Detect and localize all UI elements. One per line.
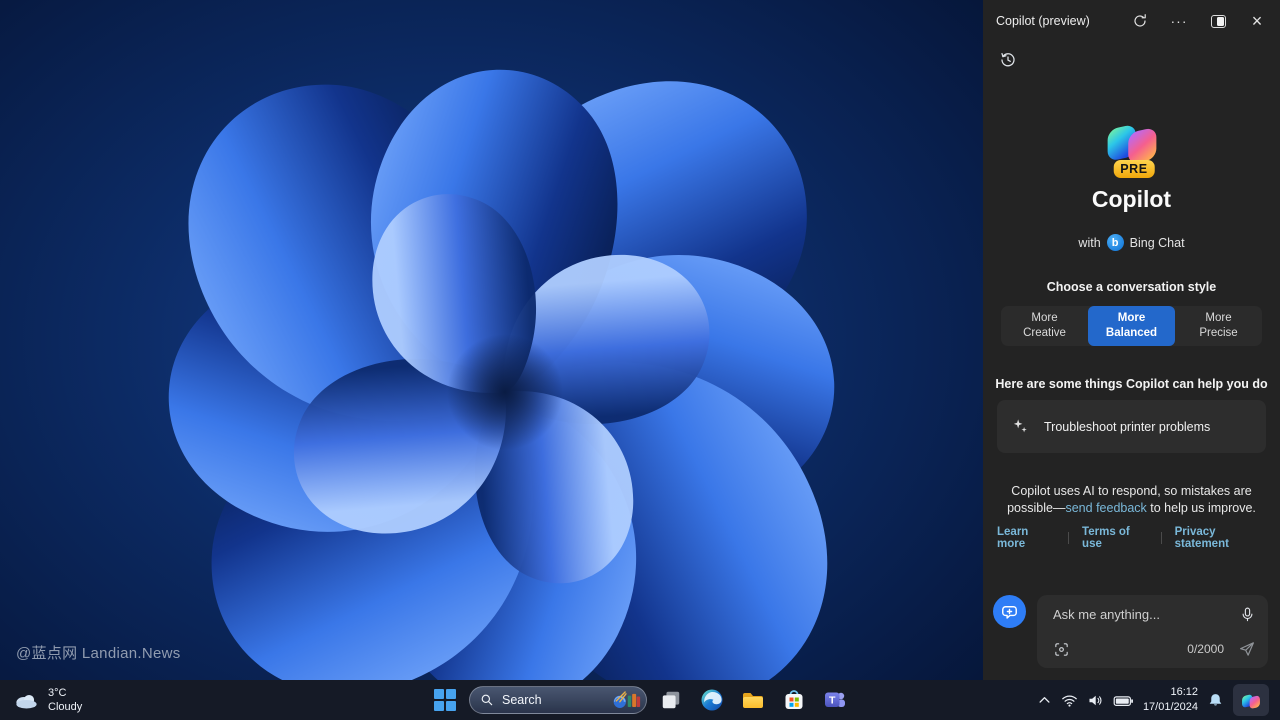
send-feedback-link[interactable]: send feedback — [1065, 501, 1146, 515]
taskbar-center: Search T — [428, 680, 852, 720]
style-tab-precise[interactable]: More Precise — [1175, 306, 1262, 346]
tray-chevron-button[interactable] — [1037, 693, 1052, 708]
divider — [1160, 531, 1162, 544]
input-area: 0/2000 — [983, 595, 1280, 680]
terms-of-use-link[interactable]: Terms of use — [1082, 526, 1148, 550]
dock-sidebar-button[interactable] — [1209, 12, 1227, 30]
copilot-taskbar-button[interactable] — [1233, 684, 1269, 716]
notification-bell-icon — [1209, 693, 1222, 706]
header-actions: ··· × — [1131, 12, 1266, 30]
chevron-up-icon — [1039, 696, 1050, 703]
search-highlight-icon — [613, 691, 641, 708]
conversation-style-tabs: More Creative More Balanced More Precise — [1001, 306, 1262, 346]
battery-button[interactable] — [1113, 692, 1134, 709]
task-view-icon — [662, 691, 680, 709]
copilot-header: Copilot (preview) ··· × — [983, 0, 1280, 42]
task-view-button[interactable] — [654, 683, 688, 717]
subtitle-suffix: Bing Chat — [1129, 235, 1185, 250]
file-explorer-icon — [743, 693, 763, 708]
footer-links: Learn more Terms of use Privacy statemen… — [997, 526, 1266, 550]
sparkle-icon — [1013, 419, 1027, 433]
weather-temperature: 3°C — [48, 686, 67, 699]
style-tab-creative[interactable]: More Creative — [1001, 306, 1088, 346]
refresh-button[interactable] — [1131, 12, 1149, 30]
weather-text: 3°C Cloudy — [48, 686, 82, 715]
wallpaper-bloom — [122, 25, 880, 680]
history-button[interactable] — [996, 48, 1020, 72]
dock-right-icon — [1210, 14, 1226, 28]
weather-condition: Cloudy — [48, 701, 83, 713]
suggestions-heading: Here are some things Copilot can help yo… — [995, 377, 1268, 391]
subtitle-prefix: with — [1078, 235, 1101, 250]
watermark: @蓝点网 Landian.News — [16, 645, 181, 662]
weather-widget[interactable]: 3°C Cloudy — [0, 686, 82, 715]
cloud-icon — [16, 694, 37, 709]
suggestion-card[interactable]: Troubleshoot printer problems — [997, 400, 1266, 453]
copilot-logo-wrap: PRE — [1101, 110, 1163, 178]
new-chat-icon — [1002, 606, 1017, 619]
windows-logo-icon — [434, 689, 456, 711]
chat-input-box[interactable]: 0/2000 — [1037, 595, 1268, 668]
search-icon — [481, 694, 493, 706]
copilot-title: Copilot — [1091, 186, 1172, 212]
microsoft-store-icon — [785, 690, 803, 709]
edge-icon — [701, 689, 723, 711]
privacy-statement-link[interactable]: Privacy statement — [1175, 526, 1266, 550]
screen: @蓝点网 Landian.News Copilot (preview) ··· — [0, 0, 1280, 720]
desktop-wallpaper: @蓝点网 Landian.News — [0, 0, 983, 680]
clock-widget[interactable]: 16:12 17/01/2024 — [1143, 685, 1198, 715]
ellipsis-icon: ··· — [1170, 13, 1188, 29]
close-button[interactable]: × — [1248, 12, 1266, 30]
style-tab-balanced[interactable]: More Balanced — [1088, 306, 1175, 346]
system-tray: 16:12 17/01/2024 — [1037, 680, 1280, 720]
input-bottom-row: 0/2000 — [1053, 640, 1256, 658]
panel-title: Copilot (preview) — [996, 14, 1090, 28]
notifications-button[interactable] — [1207, 692, 1224, 709]
volume-button[interactable] — [1087, 692, 1104, 709]
ask-input[interactable] — [1053, 607, 1231, 622]
history-icon — [1001, 52, 1015, 67]
copilot-icon — [1240, 689, 1262, 711]
svg-text:T: T — [829, 695, 836, 707]
bing-icon: b — [1106, 234, 1124, 251]
style-heading: Choose a conversation style — [1046, 280, 1217, 294]
suggestion-label: Troubleshoot printer problems — [1044, 419, 1211, 434]
learn-more-link[interactable]: Learn more — [997, 526, 1055, 550]
teams-button[interactable]: T — [818, 683, 852, 717]
refresh-icon — [1134, 14, 1146, 27]
screenshot-button[interactable] — [1053, 641, 1070, 658]
subtitle: with b Bing Chat — [983, 234, 1280, 251]
start-button[interactable] — [428, 683, 462, 717]
microsoft-store-button[interactable] — [777, 683, 811, 717]
copilot-panel: Copilot (preview) ··· × PRE Copilot with… — [983, 0, 1280, 680]
microphone-button[interactable] — [1239, 606, 1256, 623]
more-options-button[interactable]: ··· — [1170, 12, 1188, 30]
search-box[interactable]: Search — [469, 686, 647, 714]
screenshot-icon — [1055, 642, 1068, 656]
send-button[interactable] — [1238, 640, 1256, 658]
divider — [1068, 531, 1070, 544]
char-counter: 0/2000 — [1187, 642, 1224, 656]
microphone-icon — [1242, 607, 1253, 622]
wifi-button[interactable] — [1061, 692, 1078, 709]
tray-date: 17/01/2024 — [1142, 701, 1198, 713]
volume-icon — [1089, 695, 1102, 705]
input-top-row — [1053, 606, 1256, 623]
tray-time: 16:12 — [1170, 686, 1198, 699]
file-explorer-button[interactable] — [736, 683, 770, 717]
disclaimer: Copilot uses AI to respond, so mistakes … — [1007, 484, 1256, 515]
close-icon: × — [1251, 11, 1263, 31]
battery-icon — [1113, 695, 1133, 706]
teams-icon: T — [825, 692, 845, 707]
pre-badge: PRE — [1113, 160, 1155, 178]
taskbar: 3°C Cloudy Search T 16:12 17/01/2024 — [0, 680, 1280, 720]
send-icon — [1240, 642, 1254, 656]
wifi-icon — [1062, 694, 1077, 707]
new-topic-button[interactable] — [993, 595, 1026, 628]
edge-button[interactable] — [695, 683, 729, 717]
search-label: Search — [502, 693, 542, 707]
